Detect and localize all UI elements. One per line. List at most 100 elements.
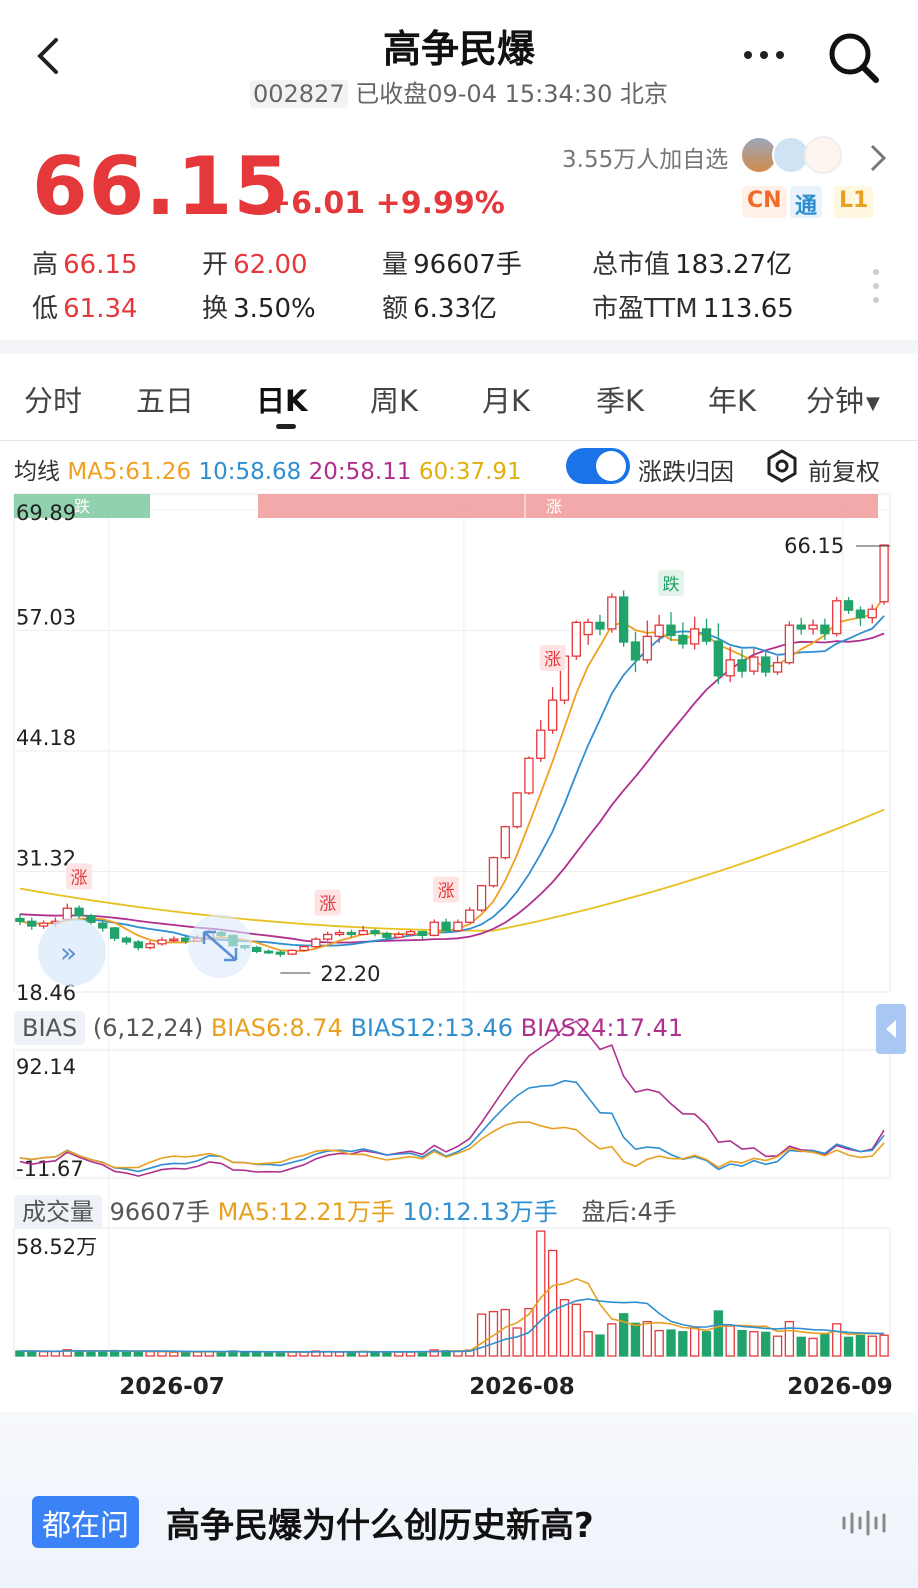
- tab-five-day[interactable]: 五日: [136, 378, 194, 420]
- volume-bar: [772, 1335, 783, 1357]
- event-marker-label: 涨: [544, 650, 561, 670]
- candle-body: [820, 624, 830, 635]
- event-marker-label: 涨: [319, 895, 336, 915]
- volume-bar: [843, 1336, 854, 1357]
- candle-body: [678, 634, 688, 645]
- price-axis-label: 57.03: [16, 606, 76, 630]
- candle-body: [654, 624, 664, 638]
- tab-minute-label: 分钟: [806, 384, 865, 418]
- volume-value: 96607手: [109, 1198, 210, 1226]
- search-icon[interactable]: [826, 30, 880, 84]
- candle-body: [62, 907, 72, 921]
- volume-label[interactable]: 成交量: [14, 1195, 102, 1229]
- watchers-count[interactable]: 3.55万人加自选: [562, 140, 728, 174]
- stat-value: 183.27亿: [675, 250, 793, 280]
- adjust-settings-icon[interactable]: [764, 448, 800, 484]
- drag-handle-icon[interactable]: [872, 266, 880, 306]
- price-change: +6.01 +9.99%: [266, 186, 505, 221]
- tab-minute[interactable]: 分钟 ▼: [806, 378, 880, 420]
- candle-body: [867, 608, 877, 619]
- chevron-right-icon[interactable]: [866, 142, 890, 174]
- volume-bar: [737, 1329, 747, 1357]
- tab-daily-k[interactable]: 日K: [256, 378, 307, 420]
- stat-pe: 市盈TTM 113.65: [592, 288, 794, 325]
- kline-chart[interactable]: 跌涨69.8957.0344.1831.3218.46涨涨涨涨跌66.1522.…: [0, 490, 918, 1410]
- candle-body: [524, 757, 534, 794]
- stat-label: 开: [202, 250, 229, 280]
- candle-body: [500, 826, 510, 859]
- candle-body: [855, 609, 866, 619]
- bias24-line: [19, 1020, 885, 1177]
- tag-connect: 通: [790, 186, 823, 219]
- tab-quarterly-k[interactable]: 季K: [596, 378, 644, 420]
- volume-bar: [690, 1327, 700, 1357]
- stat-value: 62.00: [233, 250, 308, 280]
- volume-bar: [571, 1303, 581, 1357]
- candle-body: [595, 621, 605, 630]
- candle-body: [630, 641, 641, 661]
- volume-bar: [618, 1313, 629, 1357]
- candle-body: [382, 932, 392, 938]
- bias-axis-max: 92.14: [16, 1055, 76, 1079]
- candle-body: [666, 624, 676, 637]
- ma-legend: 均线 MA5:61.26 10:58.68 20:58.11 60:37.91: [14, 452, 522, 486]
- volume-bar: [98, 1350, 108, 1357]
- change-amount: +6.01: [266, 186, 366, 221]
- adjust-label[interactable]: 前复权: [808, 452, 880, 487]
- tab-intraday[interactable]: 分时: [24, 378, 82, 420]
- bias-label[interactable]: BIAS: [14, 1011, 86, 1045]
- ma60-line: [19, 808, 885, 932]
- volume-bar: [784, 1320, 795, 1357]
- candle-body: [394, 933, 404, 938]
- ma20-value: 20:58.11: [308, 459, 412, 485]
- volume-bar: [855, 1334, 866, 1357]
- fast-forward-icon: »: [60, 936, 77, 969]
- volume-bar: [607, 1323, 617, 1357]
- tag-cn: CN: [742, 186, 787, 218]
- tab-yearly-k[interactable]: 年K: [708, 378, 756, 420]
- volume-bar: [630, 1322, 641, 1357]
- after-hours-volume: 盘后:4手: [581, 1198, 677, 1226]
- stat-high: 高 66.15: [32, 244, 138, 281]
- section-divider: [0, 340, 918, 354]
- volume-bar: [867, 1335, 877, 1357]
- stat-value: 3.50%: [233, 294, 316, 324]
- candle-body: [465, 909, 475, 923]
- volume-bar: [808, 1337, 818, 1357]
- tab-monthly-k[interactable]: 月K: [482, 378, 530, 420]
- candle-body: [536, 729, 546, 759]
- candle-body: [453, 921, 463, 932]
- stock-code: 002827: [249, 80, 348, 108]
- candle-body: [405, 930, 416, 936]
- candle-body: [488, 856, 499, 887]
- candle-body: [429, 921, 439, 937]
- voice-wave-icon[interactable]: [840, 1508, 892, 1538]
- caret-down-icon: ▼: [866, 392, 880, 414]
- down-band-label: 跌: [74, 497, 90, 516]
- candle-body: [441, 921, 451, 932]
- volume-bar: [559, 1299, 570, 1357]
- volume-bar: [476, 1313, 487, 1357]
- candle-body: [334, 931, 345, 936]
- bias12-value: BIAS12:13.46: [350, 1014, 513, 1042]
- candle-body: [843, 600, 854, 611]
- collapse-panel-button[interactable]: [876, 1004, 906, 1054]
- toggle-knob: [596, 451, 626, 481]
- hot-question[interactable]: 高争民爆为什么创历史新高?: [166, 1498, 594, 1547]
- candle-body: [133, 941, 143, 949]
- candle-body: [618, 596, 629, 643]
- more-icon[interactable]: [742, 40, 786, 70]
- stat-value: 61.34: [63, 294, 138, 324]
- volume-bar: [761, 1331, 771, 1357]
- tab-weekly-k[interactable]: 周K: [370, 378, 418, 420]
- candle-body: [737, 659, 747, 672]
- volume-bar: [749, 1331, 759, 1357]
- attribution-label: 涨跌归因: [638, 458, 734, 486]
- volume-bar: [654, 1329, 664, 1357]
- volume-bar: [666, 1329, 676, 1357]
- max-price-label: 66.15: [784, 534, 844, 558]
- volume-panel-frame: [13, 1227, 891, 1357]
- volume-bar: [334, 1351, 345, 1357]
- volume-bar: [796, 1336, 806, 1357]
- candle-body: [772, 662, 783, 673]
